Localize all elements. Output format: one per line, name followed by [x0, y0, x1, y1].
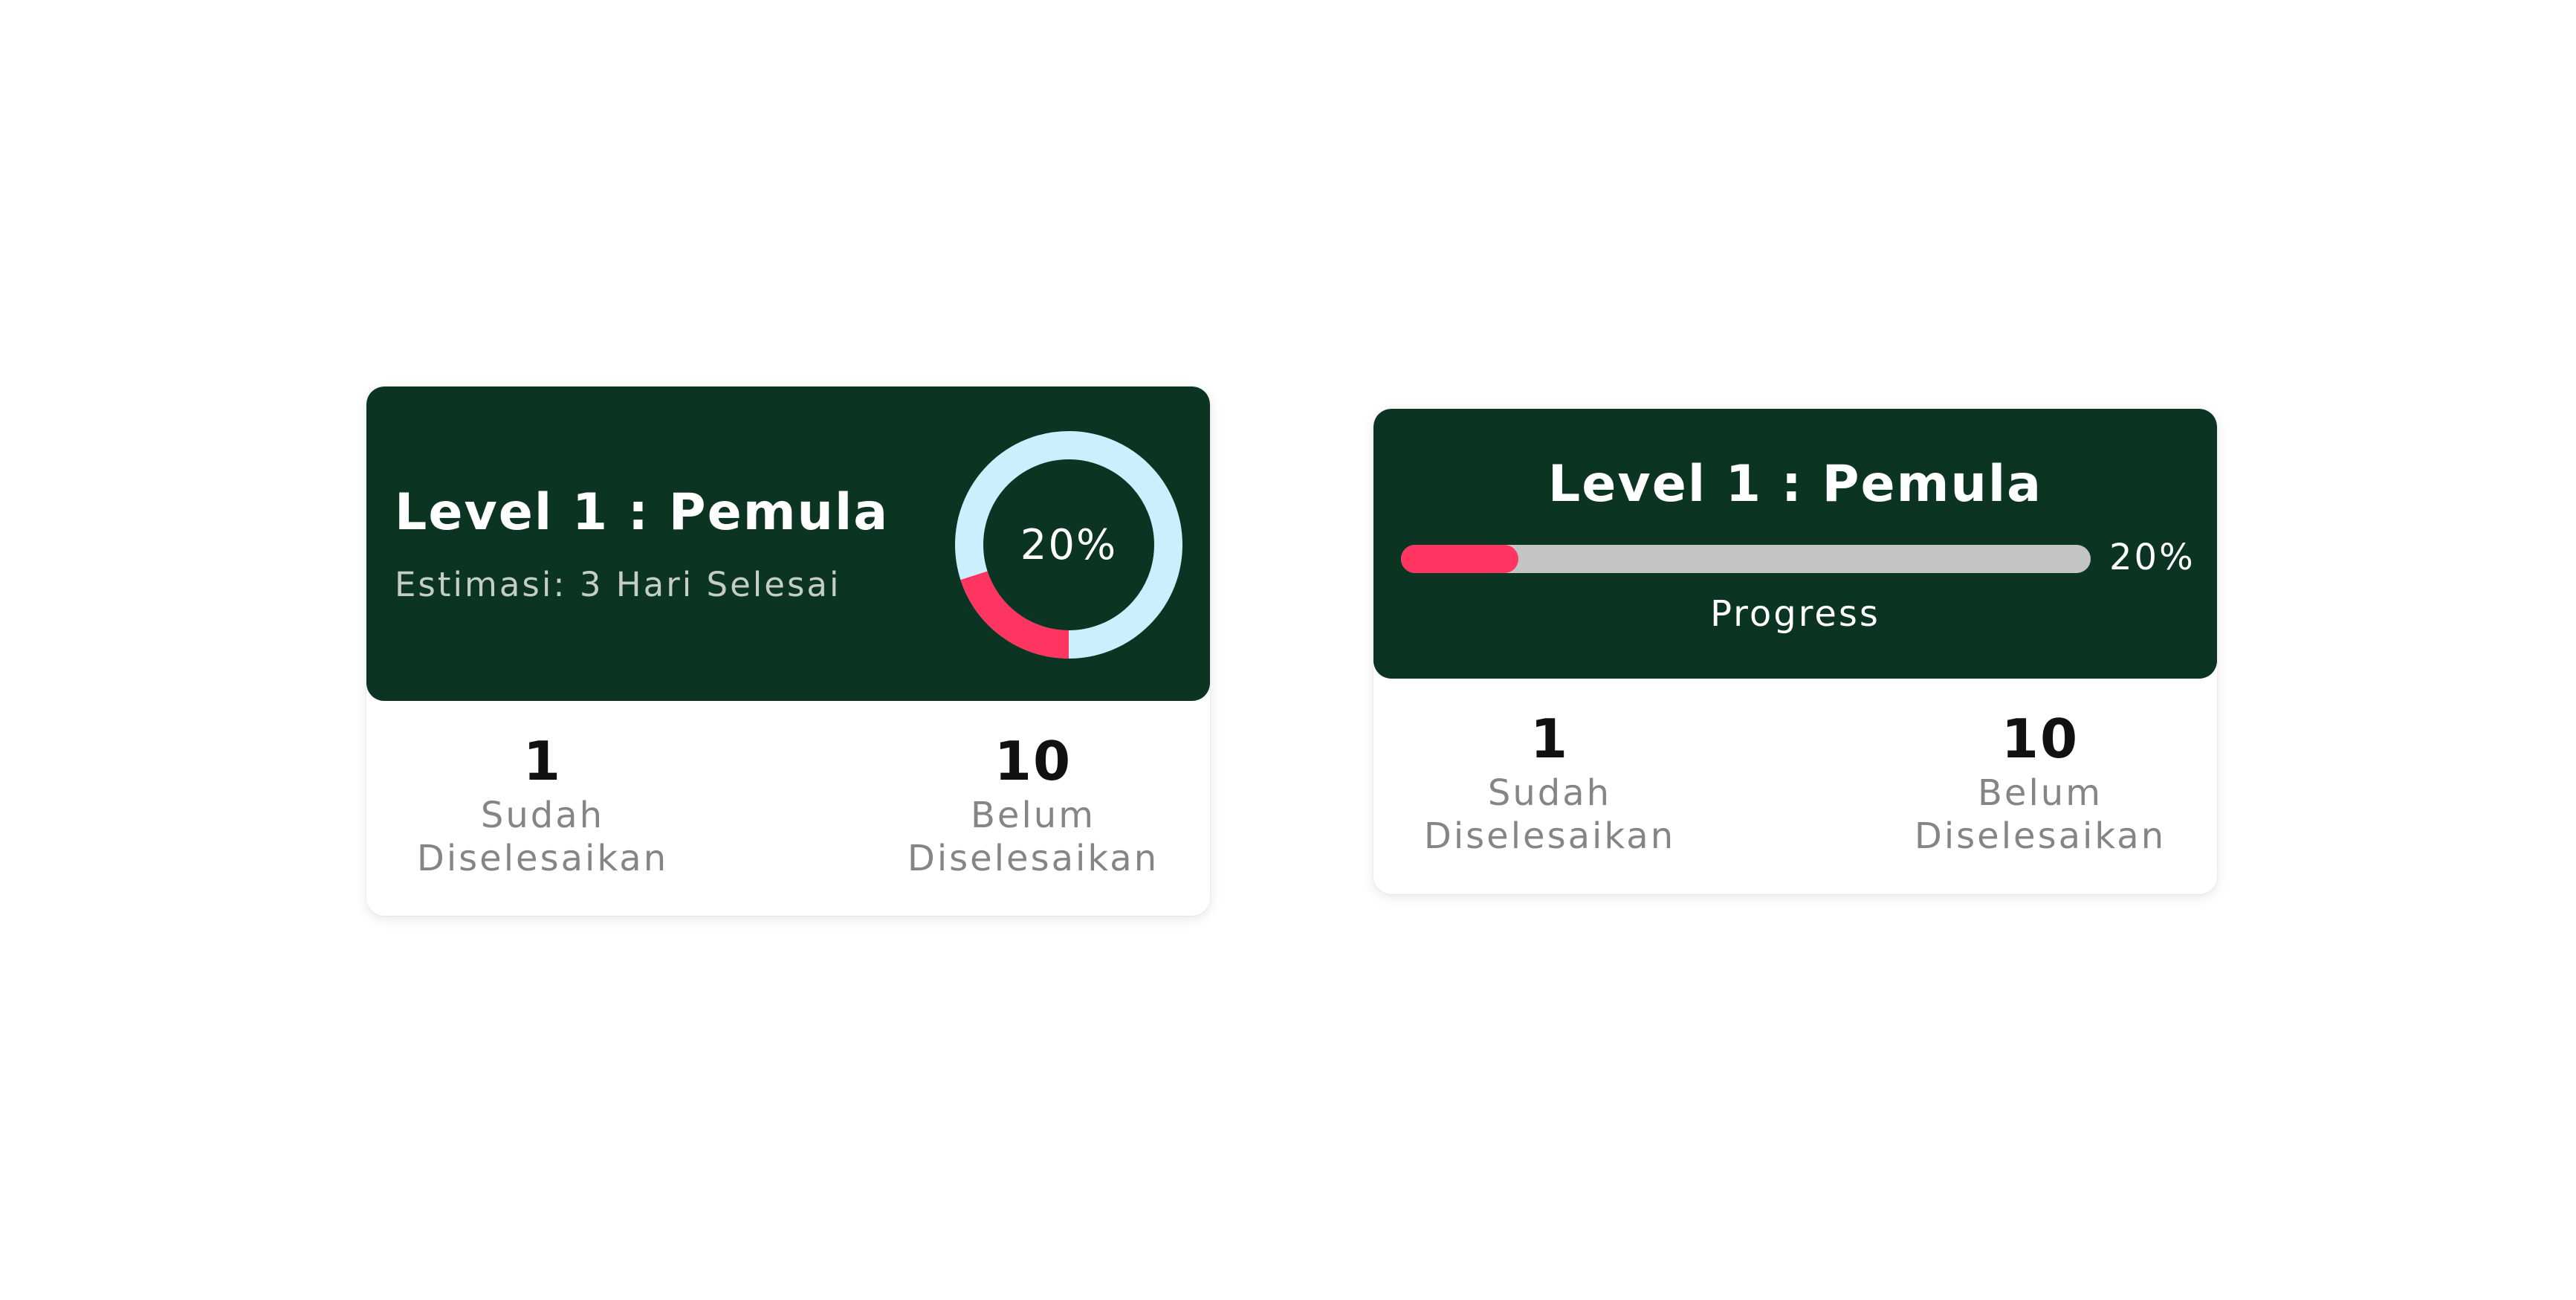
estimate-text: Estimasi: 3 Hari Selesai [395, 565, 841, 604]
done-count: 1 [1530, 708, 1570, 770]
canvas: Level 1 : Pemula Estimasi: 3 Hari Selesa… [0, 0, 2576, 1300]
done-label: Sudah Diselesaikan [1423, 772, 1676, 857]
stat-todo: 10 Belum Diselesaikan [877, 728, 1189, 880]
level-card-header: Level 1 : Pemula 20% Progress [1373, 409, 2217, 679]
stat-todo: 10 Belum Diselesaikan [1884, 706, 2196, 858]
stat-done: 1 Sudah Diselesaikan [1394, 706, 1706, 858]
level-card-circle[interactable]: Level 1 : Pemula Estimasi: 3 Hari Selesa… [366, 387, 1210, 916]
level-card-bar[interactable]: Level 1 : Pemula 20% Progress 1 Sudah Di… [1373, 409, 2217, 894]
stat-done: 1 Sudah Diselesaikan [386, 728, 699, 880]
progress-track [1401, 545, 2091, 573]
progress-percent: 20% [2109, 537, 2195, 578]
todo-count: 10 [994, 730, 1072, 792]
level-card-header: Level 1 : Pemula Estimasi: 3 Hari Selesa… [366, 387, 1210, 701]
progress-fill [1401, 545, 1518, 573]
done-label: Sudah Diselesaikan [416, 795, 669, 879]
level-title: Level 1 : Pemula [1547, 455, 2043, 514]
todo-count: 10 [2001, 708, 2080, 770]
level-title: Level 1 : Pemula [395, 483, 890, 542]
todo-label: Belum Diselesaikan [1914, 772, 2166, 857]
done-count: 1 [522, 730, 563, 792]
todo-label: Belum Diselesaikan [907, 795, 1159, 879]
progress-caption: Progress [1710, 593, 1880, 635]
donut-percent: 20% [1020, 520, 1118, 569]
